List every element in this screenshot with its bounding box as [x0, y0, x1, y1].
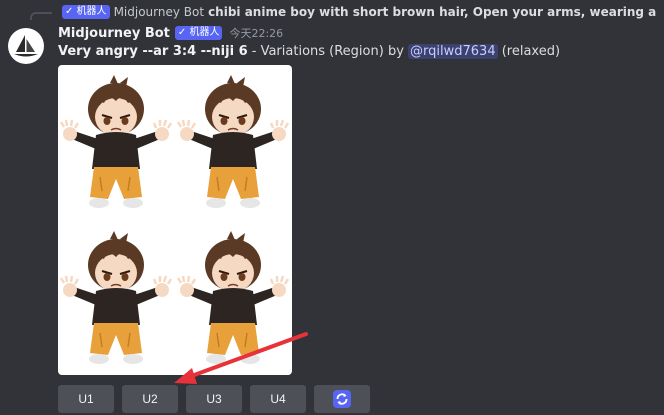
u4-button[interactable]: U4 — [250, 385, 306, 413]
upscale-button-row: U1 U2 U3 U4 — [58, 385, 370, 413]
message-header: Midjourney Bot ✓ 机器人 今天22:26 — [58, 25, 283, 41]
bot-tag: ✓ 机器人 — [174, 26, 223, 40]
user-mention[interactable]: @rqilwd7634 — [408, 44, 498, 59]
mode-label: (relaxed) — [497, 44, 561, 59]
reply-author[interactable]: Midjourney Bot — [114, 5, 205, 19]
refresh-icon — [333, 390, 351, 408]
prompt-text: Very angry --ar 3:4 --niji 6 — [58, 44, 248, 59]
reply-text[interactable]: chibi anime boy with short brown hair, O… — [208, 5, 658, 19]
timestamp: 今天22:26 — [229, 27, 284, 40]
avatar[interactable] — [8, 28, 44, 64]
chibi-boy-grid-image — [59, 73, 290, 366]
u3-button[interactable]: U3 — [186, 385, 242, 413]
sailboat-icon — [14, 35, 38, 57]
variation-label: - Variations (Region) by — [247, 44, 409, 59]
u2-button[interactable]: U2 — [122, 385, 178, 413]
reroll-button[interactable] — [314, 385, 370, 413]
u1-button[interactable]: U1 — [58, 385, 114, 413]
message-content: Very angry --ar 3:4 --niji 6 - Variation… — [58, 44, 560, 59]
generated-image-grid[interactable] — [58, 65, 292, 375]
reply-spine — [30, 12, 52, 20]
reply-reference[interactable]: ✓ 机器人 Midjourney Bot chibi anime boy wit… — [58, 3, 658, 21]
bot-tag: ✓ 机器人 — [62, 5, 110, 19]
username[interactable]: Midjourney Bot — [58, 26, 170, 41]
